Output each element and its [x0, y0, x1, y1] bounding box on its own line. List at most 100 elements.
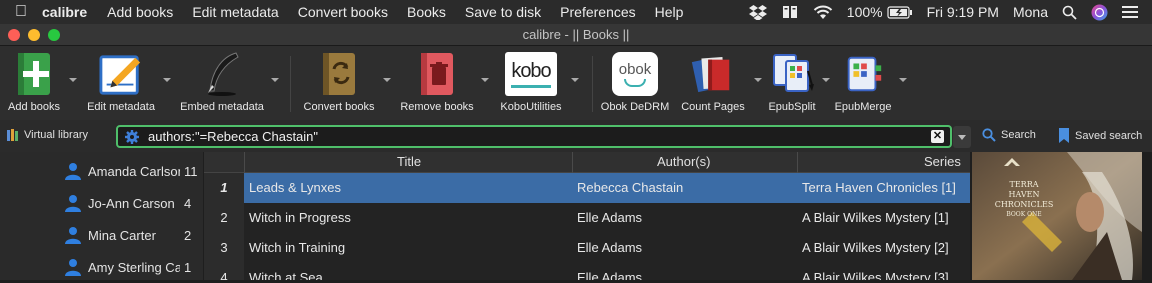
- dropbox-icon[interactable]: [748, 4, 767, 20]
- saved-search-button[interactable]: Saved search: [1058, 128, 1142, 143]
- apple-icon[interactable]: : [0, 3, 42, 21]
- kobo-utilities-button[interactable]: kobo KoboUtilities: [498, 50, 564, 118]
- tag-browser: Amanda Carlson 11 Jo-Ann Carson 4 Mina C…: [0, 152, 203, 280]
- battery-icon: [887, 5, 912, 19]
- person-icon: [65, 227, 81, 244]
- author-item[interactable]: Amanda Carlson 11: [64, 155, 204, 187]
- menu-convert-books[interactable]: Convert books: [298, 4, 388, 20]
- epubsplit-button[interactable]: EpubSplit: [766, 50, 818, 118]
- gear-icon[interactable]: [124, 129, 140, 145]
- clock[interactable]: Fri 9:19 PM: [927, 4, 999, 20]
- book-cover-preview[interactable]: TERRA HAVEN CHRONICLES BOOK ONE: [972, 152, 1142, 280]
- edit-metadata-dropdown[interactable]: [163, 78, 171, 82]
- app-menu[interactable]: calibre: [42, 4, 87, 20]
- cell-title: Witch in Progress: [249, 210, 351, 225]
- window-titlebar: calibre - || Books ||: [0, 24, 1152, 46]
- epubmerge-button[interactable]: EpubMerge: [830, 50, 896, 118]
- author-item[interactable]: Jo-Ann Carson 4: [64, 187, 204, 219]
- edit-metadata-button[interactable]: Edit metadata: [84, 50, 158, 118]
- cover-title-text: TERRA HAVEN CHRONICLES BOOK ONE: [994, 180, 1054, 218]
- obok-dedrm-button[interactable]: obok Obok DeDRM: [601, 50, 669, 118]
- siri-icon[interactable]: [1091, 4, 1108, 21]
- cell-author: Elle Adams: [577, 270, 643, 280]
- search-input[interactable]: authors:"=Rebecca Chastain" ✕: [116, 125, 952, 148]
- cell-series: A Blair Wilkes Mystery [3]: [802, 270, 949, 280]
- menu-edit-metadata[interactable]: Edit metadata: [192, 4, 278, 20]
- cell-title: Leads & Lynxes: [249, 180, 342, 195]
- author-item[interactable]: Amy Sterling Casil 1: [64, 251, 204, 283]
- epubmerge-icon: [841, 50, 885, 98]
- embed-metadata-dropdown[interactable]: [271, 78, 279, 82]
- window-title: calibre - || Books ||: [522, 27, 630, 42]
- table-row[interactable]: 2 Witch in Progress Elle Adams A Blair W…: [204, 203, 970, 233]
- edit-metadata-icon: [99, 50, 143, 98]
- spotlight-icon[interactable]: [1062, 5, 1077, 20]
- convert-books-dropdown[interactable]: [383, 78, 391, 82]
- add-books-dropdown[interactable]: [69, 78, 77, 82]
- macos-menubar:  calibre Add books Edit metadata Conver…: [0, 0, 1152, 24]
- epubsplit-dropdown[interactable]: [822, 78, 830, 82]
- row-number: 1: [204, 173, 244, 203]
- column-header-series[interactable]: Series: [924, 154, 961, 169]
- bookmark-icon: [1059, 128, 1069, 143]
- wifi-icon[interactable]: [813, 5, 833, 20]
- person-icon: [65, 195, 81, 212]
- menu-add-books[interactable]: Add books: [107, 4, 173, 20]
- cell-series: A Blair Wilkes Mystery [2]: [802, 240, 949, 255]
- table-row[interactable]: 4 Witch at Sea Elle Adams A Blair Wilkes…: [204, 263, 970, 280]
- row-number: 2: [204, 203, 244, 233]
- cell-title: Witch in Training: [249, 240, 346, 255]
- column-header-authors[interactable]: Author(s): [657, 154, 710, 169]
- battery-status[interactable]: 100%: [847, 4, 913, 20]
- add-books-icon: [12, 50, 56, 98]
- column-header-title[interactable]: Title: [397, 154, 421, 169]
- kobo-logo-icon: kobo: [504, 50, 558, 98]
- obok-logo-icon: obok: [610, 50, 660, 98]
- menu-help[interactable]: Help: [655, 4, 684, 20]
- convert-books-icon: [317, 50, 361, 98]
- person-icon: [65, 259, 81, 276]
- embed-metadata-button[interactable]: Embed metadata: [180, 50, 264, 118]
- kobo-utilities-dropdown[interactable]: [571, 78, 579, 82]
- remove-books-dropdown[interactable]: [481, 78, 489, 82]
- count-pages-icon: [691, 50, 735, 98]
- search-history-dropdown[interactable]: [953, 126, 971, 148]
- table-row[interactable]: 1 Leads & Lynxes Rebecca Chastain Terra …: [204, 173, 970, 203]
- row-number: 4: [204, 263, 244, 280]
- menu-preferences[interactable]: Preferences: [560, 4, 635, 20]
- cell-author: Rebecca Chastain: [577, 180, 684, 195]
- clear-search-icon[interactable]: ✕: [931, 130, 944, 143]
- cell-series: Terra Haven Chronicles [1]: [802, 180, 956, 195]
- user-name[interactable]: Mona: [1013, 4, 1048, 20]
- count-pages-button[interactable]: Count Pages: [680, 50, 746, 118]
- book-list-table: Title Author(s) Series 1 Leads & Lynxes …: [204, 152, 970, 280]
- quill-icon: [200, 50, 244, 98]
- convert-books-button[interactable]: Convert books: [302, 50, 376, 118]
- person-icon: [65, 163, 81, 180]
- cell-title: Witch at Sea: [249, 270, 323, 280]
- table-header: Title Author(s) Series: [204, 152, 970, 173]
- search-icon: [982, 128, 996, 142]
- cell-series: A Blair Wilkes Mystery [1]: [802, 210, 949, 225]
- search-bar-row: Virtual library authors:"=Rebecca Chasta…: [0, 120, 1152, 152]
- menu-save-to-disk[interactable]: Save to disk: [465, 4, 541, 20]
- remove-books-button[interactable]: Remove books: [400, 50, 474, 118]
- row-number: 3: [204, 233, 244, 263]
- author-item[interactable]: Mina Carter 2: [64, 219, 204, 251]
- table-row[interactable]: 3 Witch in Training Elle Adams A Blair W…: [204, 233, 970, 263]
- toolbar-separator: [592, 56, 593, 112]
- cell-author: Elle Adams: [577, 210, 643, 225]
- menu-books[interactable]: Books: [407, 4, 446, 20]
- add-books-button[interactable]: Add books: [6, 50, 62, 118]
- toolbar-separator: [290, 56, 291, 112]
- epubmerge-dropdown[interactable]: [899, 78, 907, 82]
- menu-lines-icon[interactable]: [1122, 5, 1138, 19]
- search-query-text: authors:"=Rebecca Chastain": [148, 129, 319, 144]
- virtual-library-button[interactable]: Virtual library: [6, 128, 88, 142]
- count-pages-dropdown[interactable]: [754, 78, 762, 82]
- calibre-tray-icon[interactable]: [781, 4, 799, 20]
- epubsplit-icon: [770, 50, 814, 98]
- remove-books-icon: [415, 50, 459, 98]
- battery-percent: 100%: [846, 4, 883, 20]
- search-button[interactable]: Search: [982, 128, 1036, 142]
